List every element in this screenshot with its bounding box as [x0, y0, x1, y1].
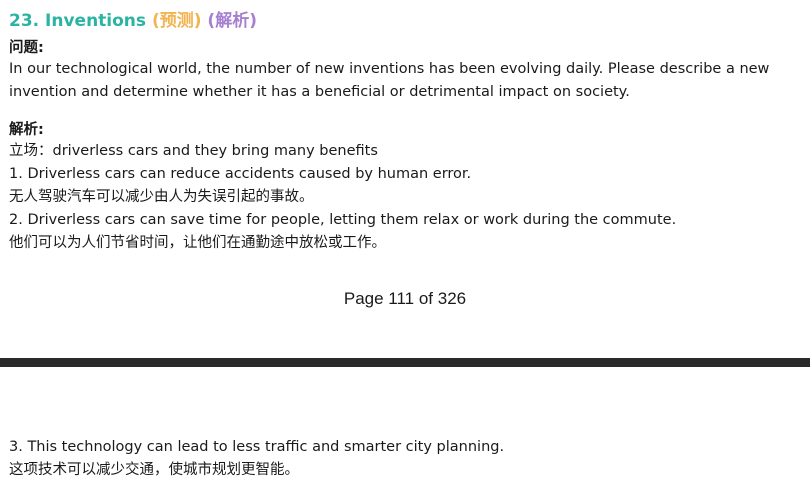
page-number: Page 111 of 326 [343, 289, 467, 308]
document-page: 23. Inventions (预测) (解析) 问题: In our tech… [0, 0, 810, 494]
point-2-chinese: 他们可以为人们节省时间，让他们在通勤途中放松或工作。 [9, 235, 386, 251]
analysis-label: 解析: [9, 122, 44, 138]
title-tag-predict: (预测) [151, 11, 202, 31]
question-label: 问题: [9, 40, 44, 56]
title-main: 23. Inventions [9, 11, 147, 31]
point-3-english: 3. This technology can lead to less traf… [9, 439, 505, 455]
point-1-chinese: 无人驾驶汽车可以减少由人为失误引起的事故。 [9, 189, 314, 205]
analysis-stance: 立场：driverless cars and they bring many b… [9, 143, 378, 159]
page-divider [0, 358, 810, 367]
question-line-2: invention and determine whether it has a… [9, 84, 630, 100]
point-2-english: 2. Driverless cars can save time for peo… [9, 212, 677, 228]
point-3-chinese: 这项技术可以减少交通，使城市规划更智能。 [9, 462, 299, 478]
question-line-1: In our technological world, the number o… [9, 61, 770, 77]
point-1-english: 1. Driverless cars can reduce accidents … [9, 166, 472, 182]
title-tag-analysis: (解析) [207, 11, 257, 31]
section-title: 23. Inventions (预测) (解析) [9, 6, 257, 31]
